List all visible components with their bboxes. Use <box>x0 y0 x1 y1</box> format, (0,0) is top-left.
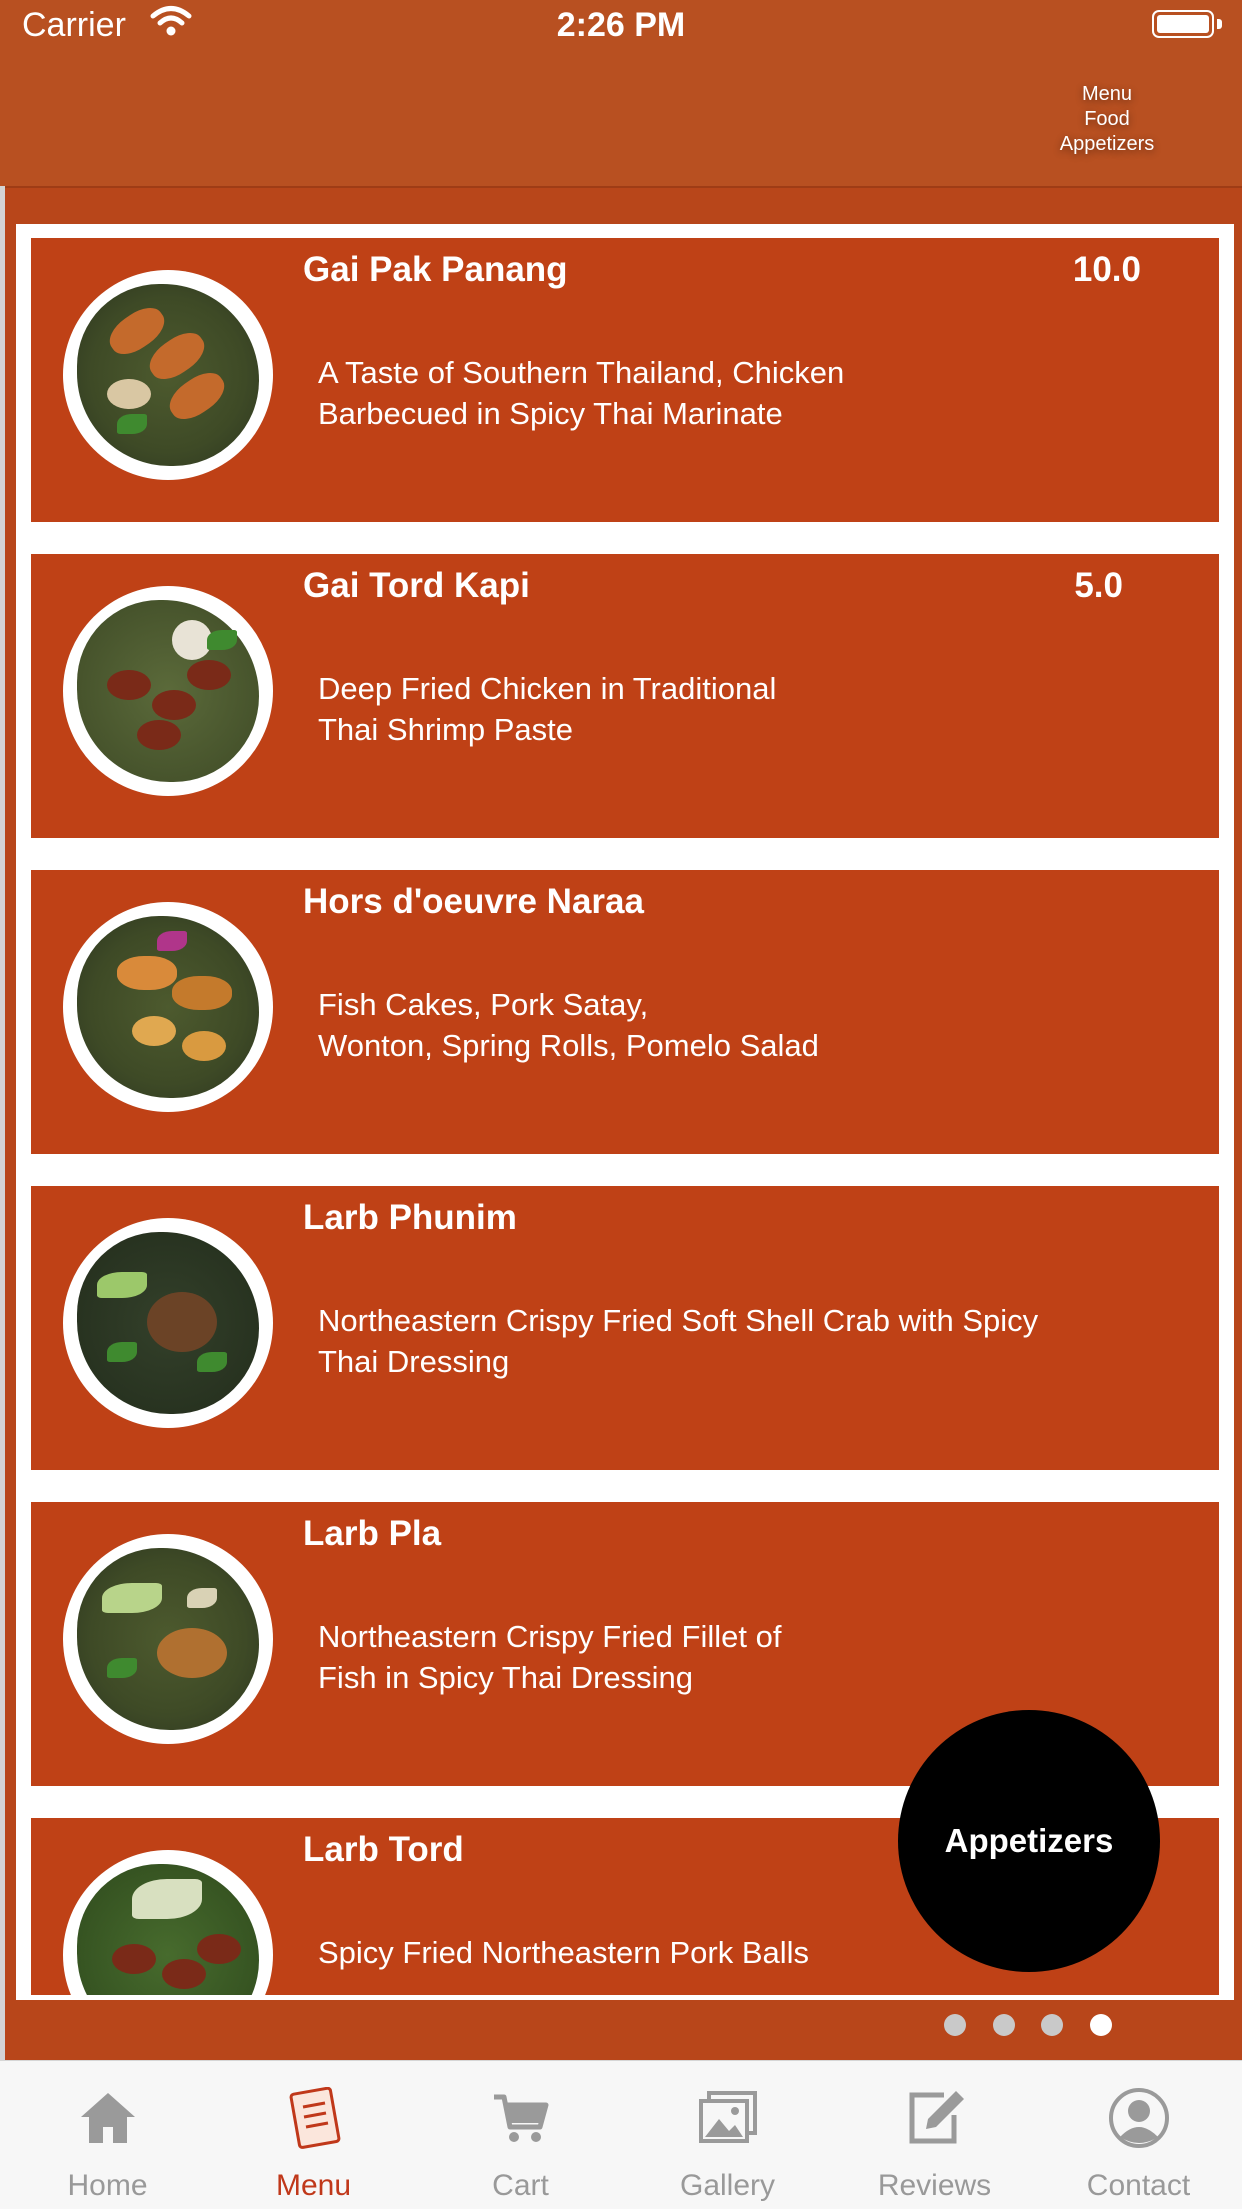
food-image <box>63 1218 273 1428</box>
menu-item-card[interactable]: Gai Tord Kapi 5.0 Deep Fried Chicken in … <box>31 554 1219 838</box>
item-name: Larb Pla <box>303 1514 442 1553</box>
item-name: Larb Phunim <box>303 1198 517 1237</box>
item-description-line: Barbecued in Spicy Thai Marinate <box>318 396 783 431</box>
item-description-line: Northeastern Crispy Fried Fillet of <box>318 1619 782 1654</box>
tab-label: Reviews <box>877 2169 992 2202</box>
item-description: A Taste of Southern Thailand, Chicken Ba… <box>318 352 1198 434</box>
food-image <box>63 902 273 1112</box>
item-name: Hors d'oeuvre Naraa <box>303 882 644 921</box>
tab-label: Gallery <box>679 2169 776 2202</box>
gallery-icon <box>699 2091 757 2143</box>
item-description-line: Thai Shrimp Paste <box>318 712 573 747</box>
tab-home[interactable]: Home <box>4 2061 211 2209</box>
item-description-line: Fish in Spicy Thai Dressing <box>318 1660 694 1695</box>
tab-gallery[interactable]: Gallery <box>624 2061 831 2209</box>
page-dot[interactable] <box>1041 2014 1063 2036</box>
category-fab[interactable]: Appetizers <box>898 1710 1160 1972</box>
clock: 2:26 PM <box>556 6 686 44</box>
tab-label: Menu <box>275 2169 352 2202</box>
item-description-line: Northeastern Crispy Fried Soft Shell Cra… <box>318 1303 1039 1338</box>
status-bar: Carrier 2:26 PM <box>0 0 1242 52</box>
breadcrumb-menu: Menu <box>1081 83 1133 105</box>
tab-reviews[interactable]: Reviews <box>831 2061 1038 2209</box>
page-dot[interactable] <box>993 2014 1015 2036</box>
page-dot-active[interactable] <box>1090 2014 1112 2036</box>
item-description-line: Deep Fried Chicken in Traditional <box>318 671 777 706</box>
cart-icon <box>494 2094 549 2142</box>
item-description: Fish Cakes, Pork Satay, Wonton, Spring R… <box>318 984 1198 1066</box>
item-name: Larb Tord <box>303 1830 464 1869</box>
item-price: 10.0 <box>1072 250 1141 289</box>
item-description: Northeastern Crispy Fried Soft Shell Cra… <box>318 1300 1198 1382</box>
tab-cart[interactable]: Cart <box>417 2061 624 2209</box>
food-image <box>63 1534 273 1744</box>
menu-item-card[interactable]: Hors d'oeuvre Naraa Fish Cakes, Pork Sat… <box>31 870 1219 1154</box>
battery-tip <box>1217 19 1222 29</box>
battery-icon <box>1152 10 1214 38</box>
item-description-line: A Taste of Southern Thailand, Chicken <box>318 355 845 390</box>
pencil-icon <box>909 2091 964 2144</box>
breadcrumb[interactable]: Menu Food Appetizers <box>1042 82 1172 157</box>
food-image <box>63 586 273 796</box>
tab-label: Cart <box>492 2169 549 2202</box>
menu-item-card[interactable]: Gai Pak Panang 10.0 A Taste of Southern … <box>31 238 1219 522</box>
tab-label: Home <box>67 2169 148 2202</box>
menu-book-icon <box>289 2087 341 2149</box>
breadcrumb-appetizers: Appetizers <box>1059 133 1155 155</box>
person-icon <box>1109 2088 1169 2148</box>
item-description-line: Fish Cakes, Pork Satay, <box>318 987 649 1022</box>
item-description-line: Wonton, Spring Rolls, Pomelo Salad <box>318 1028 819 1063</box>
item-description-line: Thai Dressing <box>318 1344 510 1379</box>
tab-bar: Home Menu Cart Gallery Reviews Contact <box>0 2060 1242 2209</box>
tab-menu[interactable]: Menu <box>210 2061 417 2209</box>
item-description: Northeastern Crispy Fried Fillet of Fish… <box>318 1616 1198 1698</box>
food-image <box>63 270 273 480</box>
tab-label: Contact <box>1086 2169 1191 2202</box>
home-icon <box>81 2093 135 2143</box>
tab-contact[interactable]: Contact <box>1035 2061 1242 2209</box>
item-name: Gai Pak Panang <box>303 250 568 289</box>
page-dot[interactable] <box>944 2014 966 2036</box>
item-description: Deep Fried Chicken in Traditional Thai S… <box>318 668 1198 750</box>
left-edge-line <box>0 186 5 2060</box>
food-image <box>63 1850 273 1995</box>
menu-item-card[interactable]: Larb Phunim Northeastern Crispy Fried So… <box>31 1186 1219 1470</box>
item-name: Gai Tord Kapi <box>303 566 530 605</box>
breadcrumb-food: Food <box>1084 108 1130 130</box>
item-price: 5.0 <box>1074 566 1123 605</box>
